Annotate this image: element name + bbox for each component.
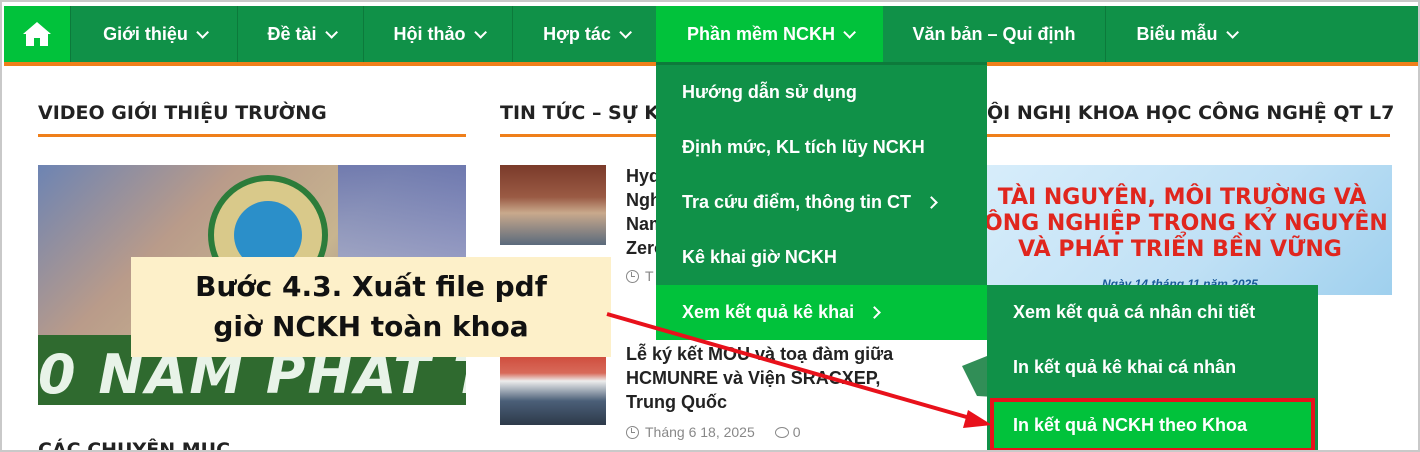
nav-item-bieu-mau[interactable]: Biểu mẫu xyxy=(1105,6,1265,62)
news-title-line: Lễ ký kết MOU và toạ đàm giữa xyxy=(626,344,894,364)
main-nav: Giới thiệu Đề tài Hội thảo Hợp tác Phần … xyxy=(4,6,1418,62)
section-title-video: VIDEO GIỚI THIỆU TRƯỜNG xyxy=(38,102,327,124)
menu-item-dinh-muc[interactable]: Định mức, KL tích lũy NCKH xyxy=(656,120,987,175)
submenu-item-ca-nhan-chi-tiet[interactable]: Xem kết quả cá nhân chi tiết xyxy=(987,285,1318,340)
section-title-categories: CÁC CHUYÊN MỤC xyxy=(38,439,231,452)
news-title-line: Trung Quốc xyxy=(626,392,727,412)
news-meta: T xyxy=(626,268,654,284)
clock-icon xyxy=(626,269,639,283)
menu-item-huong-dan[interactable]: Hướng dẫn sử dụng xyxy=(656,65,987,120)
menu-item-tra-cuu[interactable]: Tra cứu điểm, thông tin CT xyxy=(656,175,987,230)
submenu-item-in-theo-khoa[interactable]: In kết quả NCKH theo Khoa xyxy=(990,398,1315,450)
comment-icon xyxy=(774,426,789,438)
conference-banner[interactable]: TÀI NGUYÊN, MÔI TRƯỜNG VÀ ÔNG NGHIỆP TRO… xyxy=(962,165,1392,295)
menu-item-label: Xem kết quả kê khai xyxy=(682,302,855,322)
news-date: T xyxy=(645,268,654,284)
chevron-right-icon xyxy=(868,306,881,319)
banner-line: ÔNG NGHIỆP TRONG KỶ NGUYÊN SỐ xyxy=(984,211,1392,236)
nav-label: Giới thiệu xyxy=(103,23,188,44)
page-frame: Giới thiệu Đề tài Hội thảo Hợp tác Phần … xyxy=(0,0,1420,452)
chevron-down-icon xyxy=(196,25,209,39)
chevron-down-icon xyxy=(619,25,632,39)
submenu-item-label: In kết quả NCKH theo Khoa xyxy=(1013,414,1248,435)
callout-line: giờ NCKH toàn khoa xyxy=(213,310,529,343)
nav-item-van-ban[interactable]: Văn bản – Qui định xyxy=(883,6,1105,62)
nav-item-hoi-thao[interactable]: Hội thảo xyxy=(363,6,512,62)
chevron-down-icon xyxy=(843,25,857,39)
dropdown-menu-phan-mem: Hướng dẫn sử dụng Định mức, KL tích lũy … xyxy=(656,62,987,340)
nav-label: Đề tài xyxy=(267,23,317,44)
banner-line: TÀI NGUYÊN, MÔI TRƯỜNG VÀ xyxy=(997,185,1367,210)
news-title-line: HCMUNRE và Viện SRACXEP, xyxy=(626,368,881,388)
nav-label: Hợp tác xyxy=(543,23,611,44)
chevron-down-icon xyxy=(1225,25,1239,39)
nav-item-phan-mem-nckh[interactable]: Phần mềm NCKH xyxy=(656,6,883,62)
comment-count: 0 xyxy=(792,424,801,440)
section-underline xyxy=(987,134,1390,137)
submenu-xem-ket-qua: Xem kết quả cá nhân chi tiết In kết quả … xyxy=(987,285,1318,450)
section-title-conference: ỘI NGHỊ KHOA HỌC CÔNG NGHỆ QT L7 xyxy=(987,102,1395,124)
menu-item-label: Tra cứu điểm, thông tin CT xyxy=(682,192,912,212)
chevron-down-icon xyxy=(473,25,487,39)
submenu-item-in-ca-nhan[interactable]: In kết quả kê khai cá nhân xyxy=(987,340,1318,395)
nav-label: Biểu mẫu xyxy=(1136,23,1218,44)
news-title[interactable]: Lễ ký kết MOU và toạ đàm giữa HCMUNRE và… xyxy=(626,342,893,414)
section-title-news: TIN TỨC – SỰ K xyxy=(500,102,659,124)
nav-item-hop-tac[interactable]: Hợp tác xyxy=(512,6,658,62)
submenu-item-label: Xem kết quả cá nhân chi tiết xyxy=(1013,302,1256,322)
submenu-item-label: In kết quả kê khai cá nhân xyxy=(1013,357,1237,377)
news-thumbnail[interactable] xyxy=(500,345,606,425)
news-date: Tháng 6 18, 2025 xyxy=(645,424,755,440)
instruction-callout: Bước 4.3. Xuất file pdf giờ NCKH toàn kh… xyxy=(131,257,611,357)
news-thumbnail[interactable] xyxy=(500,165,606,245)
section-underline xyxy=(38,134,466,137)
menu-item-label: Định mức, KL tích lũy NCKH xyxy=(682,137,925,157)
nav-item-gioi-thieu[interactable]: Giới thiệu xyxy=(70,6,237,62)
home-button[interactable] xyxy=(4,6,70,62)
callout-line: Bước 4.3. Xuất file pdf xyxy=(195,270,547,303)
menu-item-ke-khai[interactable]: Kê khai giờ NCKH xyxy=(656,230,987,285)
news-meta: Tháng 6 18, 2025 0 xyxy=(626,424,801,440)
home-icon xyxy=(23,22,51,46)
section-underline xyxy=(500,134,660,137)
menu-item-label: Hướng dẫn sử dụng xyxy=(682,82,857,102)
chevron-down-icon xyxy=(324,25,338,39)
chevron-right-icon xyxy=(925,196,938,209)
nav-label: Phần mềm NCKH xyxy=(686,23,836,44)
nav-label: Hội thảo xyxy=(393,23,466,44)
nav-label: Văn bản – Qui định xyxy=(912,23,1076,44)
nav-item-de-tai[interactable]: Đề tài xyxy=(237,6,363,62)
clock-icon xyxy=(626,425,639,439)
banner-line: VÀ PHÁT TRIỂN BỀN VỮNG xyxy=(1018,237,1342,262)
menu-item-label: Kê khai giờ NCKH xyxy=(682,247,837,267)
menu-item-xem-ket-qua[interactable]: Xem kết quả kê khai xyxy=(656,285,987,340)
